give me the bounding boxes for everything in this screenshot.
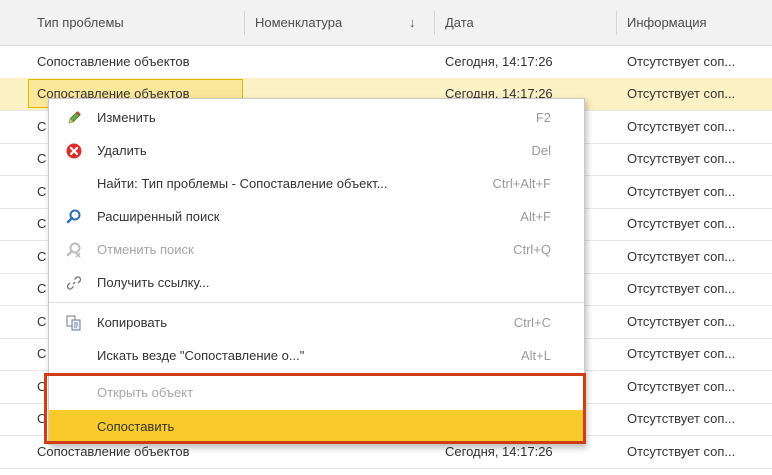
column-divider (244, 11, 245, 35)
cell-nomenclature[interactable] (246, 46, 434, 78)
menu-item-find[interactable]: Найти: Тип проблемы - Сопоставление объе… (49, 167, 584, 200)
cell-info[interactable]: Отсутствует соп... (618, 436, 772, 468)
column-header-date[interactable]: Дата (436, 0, 616, 45)
menu-item-cancel-search[interactable]: Отменить поиск Ctrl+Q (49, 233, 584, 266)
cell-info[interactable]: Отсутствует соп... (618, 111, 772, 143)
cell-info[interactable]: Отсутствует соп... (618, 273, 772, 305)
column-header-problem-type[interactable]: Тип проблемы (28, 0, 244, 45)
menu-item-shortcut: Ctrl+Q (513, 242, 551, 257)
cell-problem-type[interactable]: Сопоставление объектов (28, 46, 244, 78)
menu-item-advanced-search[interactable]: Расширенный поиск Alt+F (49, 200, 584, 233)
table-row[interactable]: Сопоставление объектов Сегодня, 14:17:26… (0, 46, 772, 79)
menu-item-shortcut: Ctrl+C (513, 315, 551, 330)
menu-item-shortcut: Ctrl+Alt+F (492, 176, 551, 191)
menu-separator (49, 302, 584, 303)
cell-info[interactable]: Отсутствует соп... (618, 241, 772, 273)
menu-item-label: Получить ссылку... (97, 275, 210, 290)
link-icon (65, 274, 83, 292)
highlight-callout-frame (44, 373, 586, 444)
pencil-icon (65, 109, 83, 127)
cell-info[interactable]: Отсутствует соп... (618, 46, 772, 78)
table-header: Тип проблемы Номенклатура ↓ Дата Информа… (0, 0, 772, 46)
delete-icon (65, 142, 83, 160)
sort-arrow-icon[interactable]: ↓ (409, 0, 416, 45)
menu-item-edit[interactable]: Изменить F2 (49, 101, 584, 134)
cell-info[interactable]: Отсутствует соп... (618, 338, 772, 370)
menu-item-search-everywhere[interactable]: Искать везде "Сопоставление о..." Alt+L (49, 339, 584, 372)
cell-date[interactable]: Сегодня, 14:17:26 (436, 46, 616, 78)
column-header-nomenclature[interactable]: Номенклатура (246, 0, 434, 45)
menu-item-label: Найти: Тип проблемы - Сопоставление объе… (97, 176, 388, 191)
menu-item-shortcut: F2 (535, 110, 551, 125)
menu-item-copy[interactable]: Копировать Ctrl+C (49, 306, 584, 339)
menu-item-shortcut: Del (531, 143, 551, 158)
cell-info[interactable]: Отсутствует соп... (618, 143, 772, 175)
menu-item-label: Отменить поиск (97, 242, 194, 257)
search-icon (65, 208, 83, 226)
copy-icon (65, 314, 83, 332)
menu-item-label: Изменить (97, 110, 156, 125)
column-divider (434, 11, 435, 35)
cell-info[interactable]: Отсутствует соп... (618, 208, 772, 240)
menu-item-label: Копировать (97, 315, 167, 330)
cancel-search-icon (65, 241, 83, 259)
menu-item-shortcut: Alt+L (521, 348, 551, 363)
cell-info[interactable]: Отсутствует соп... (618, 403, 772, 435)
column-header-info[interactable]: Информация (618, 0, 772, 45)
cell-info[interactable]: Отсутствует соп... (618, 78, 772, 110)
menu-item-label: Расширенный поиск (97, 209, 220, 224)
menu-item-get-link[interactable]: Получить ссылку... (49, 266, 584, 299)
menu-item-shortcut: Alt+F (520, 209, 551, 224)
column-divider (616, 11, 617, 35)
cell-info[interactable]: Отсутствует соп... (618, 371, 772, 403)
menu-item-label: Удалить (97, 143, 147, 158)
cell-info[interactable]: Отсутствует соп... (618, 176, 772, 208)
cell-info[interactable]: Отсутствует соп... (618, 306, 772, 338)
menu-item-delete[interactable]: Удалить Del (49, 134, 584, 167)
menu-item-label: Искать везде "Сопоставление о..." (97, 348, 305, 363)
